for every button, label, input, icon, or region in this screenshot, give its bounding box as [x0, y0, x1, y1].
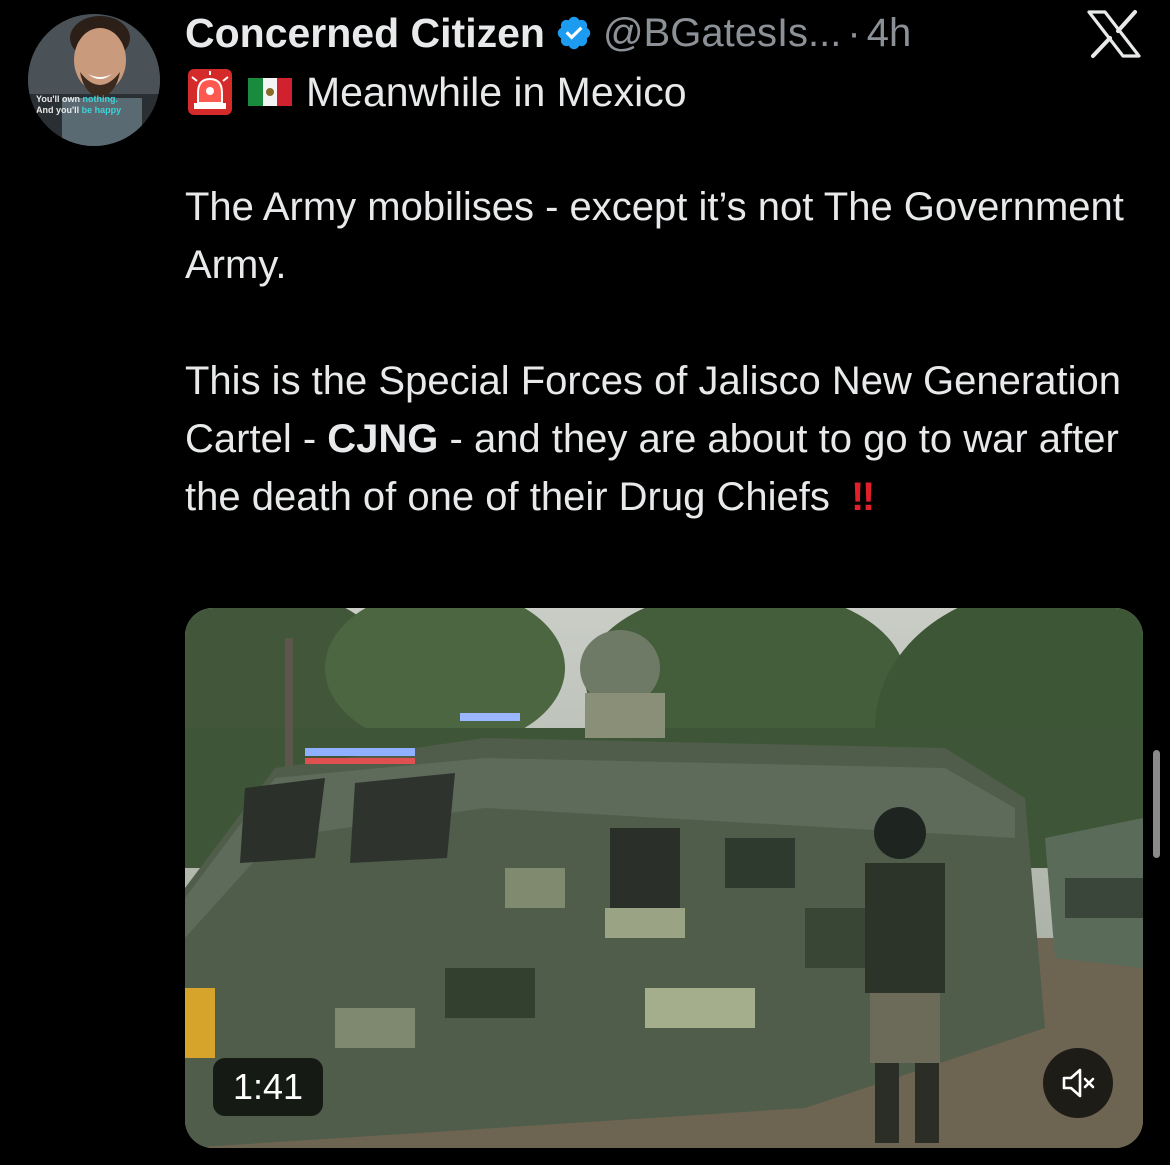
tweet-paragraph-2: This is the Special Forces of Jalisco Ne…	[185, 352, 1145, 526]
double-exclamation-icon: ‼	[850, 475, 875, 519]
avatar-caption-2a: And you'll	[36, 105, 82, 115]
author-handle[interactable]: @BGatesIs...	[603, 11, 841, 56]
rotating-light-icon	[188, 69, 232, 115]
video-duration-badge: 1:41	[213, 1058, 323, 1116]
avatar-caption-1a: You'll own	[36, 94, 83, 104]
tweet-timestamp[interactable]: 4h	[867, 11, 912, 56]
author-display-name[interactable]: Concerned Citizen	[185, 10, 545, 57]
avatar-caption-2b: be happy	[81, 105, 122, 115]
header-separator: ·	[847, 10, 861, 55]
video-player[interactable]: 1:41	[185, 608, 1143, 1148]
mexico-flag-icon	[248, 78, 292, 106]
author-avatar[interactable]: You'll own nothing. And you'll be happy	[28, 14, 160, 146]
headline-text: Meanwhile in Mexico	[306, 68, 687, 115]
video-thumbnail	[185, 608, 1143, 1148]
avatar-caption-1b: nothing.	[82, 94, 118, 104]
x-logo-icon[interactable]	[1085, 8, 1143, 60]
scrollbar-thumb[interactable]	[1153, 750, 1160, 858]
tweet-text: The Army mobilises - except it’s not The…	[185, 178, 1145, 526]
tweet-header: Concerned Citizen @BGatesIs... · 4h	[185, 8, 911, 58]
tweet-headline: Meanwhile in Mexico	[188, 66, 687, 118]
tweet-paragraph-1: The Army mobilises - except it’s not The…	[185, 185, 1124, 287]
cjng-bold-text: CJNG	[327, 417, 439, 461]
speaker-muted-icon	[1062, 1068, 1095, 1098]
avatar-caption: You'll own nothing. And you'll be happy	[36, 94, 121, 116]
mute-button[interactable]	[1043, 1048, 1113, 1118]
verified-badge-icon	[555, 14, 593, 52]
avatar-portrait	[28, 14, 160, 146]
